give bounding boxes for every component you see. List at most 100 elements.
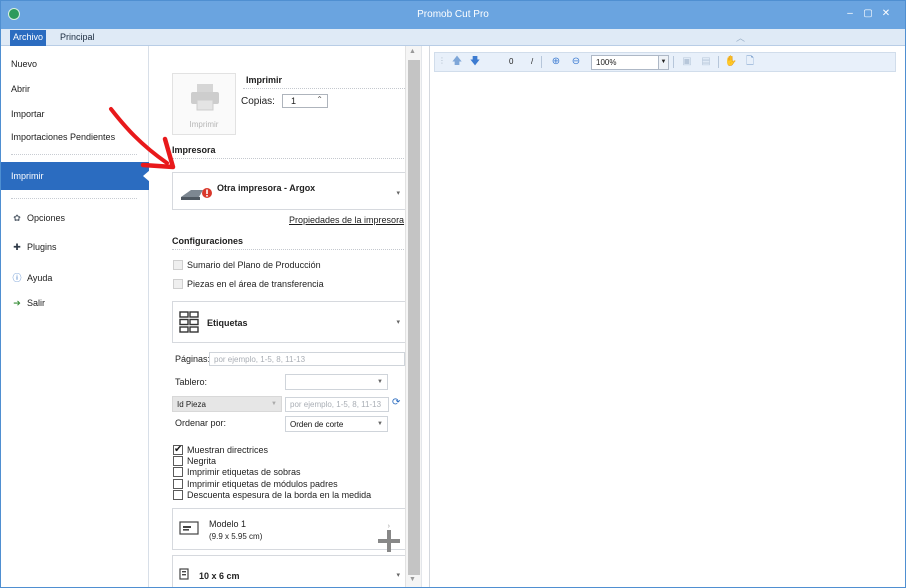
model-size: (9.9 x 5.95 cm) xyxy=(209,532,263,541)
fit-width-icon[interactable]: ▤ xyxy=(698,55,714,69)
checkbox-edge-thickness[interactable] xyxy=(173,490,183,500)
maximize-button[interactable]: ▢ xyxy=(861,7,875,21)
nav-item-importaciones-pendientes[interactable]: Importaciones Pendientes xyxy=(11,132,115,142)
annotation-arrow-icon xyxy=(109,107,176,170)
printer-properties-link[interactable]: Propiedades de la impresora xyxy=(289,215,404,225)
config-section-title: Configuraciones xyxy=(172,236,244,246)
printer-icon xyxy=(191,84,219,111)
help-icon: ⓘ xyxy=(12,273,22,283)
printer-name: Otra impresora - Argox xyxy=(217,183,316,193)
refresh-icon[interactable]: ⟳ xyxy=(392,397,400,408)
divider xyxy=(243,88,405,89)
nav-item-plugins-label: Plugins xyxy=(27,242,57,252)
zoom-select[interactable]: 100% ▼ xyxy=(591,55,669,70)
toolbar-grip[interactable]: ⋮ xyxy=(438,56,446,65)
page-setup-icon[interactable]: 🗋 xyxy=(742,55,758,69)
flag-parent-module-labels-label: Imprimir etiquetas de módulos padres xyxy=(187,479,338,489)
print-button-label: Imprimir xyxy=(189,120,219,129)
scrollbar-thumb[interactable] xyxy=(408,60,420,575)
chevron-down-icon: ▾ xyxy=(396,319,400,326)
paper-size-value: 10 x 6 cm xyxy=(199,571,240,581)
model-options-icon[interactable]: › xyxy=(388,523,390,530)
toolbar-separator xyxy=(718,56,719,68)
close-button[interactable]: ✕ xyxy=(879,7,893,21)
tablero-select[interactable]: ▼ xyxy=(285,374,388,390)
arrow-up-icon[interactable]: 🡅 xyxy=(449,55,465,69)
nav-item-opciones-label: Opciones xyxy=(27,213,66,223)
print-settings-panel: Imprimir Imprimir Copias: 1 ⌃ Impresora … xyxy=(149,46,421,587)
id-field-value: Id Pieza xyxy=(177,400,206,409)
paper-size-dropdown[interactable]: 10 x 6 cm ▾ xyxy=(172,555,407,587)
nav-item-opciones[interactable]: ✿ Opciones xyxy=(11,213,65,224)
chevron-down-icon: ▼ xyxy=(377,379,383,385)
nav-item-ayuda[interactable]: ⓘ Ayuda xyxy=(11,271,52,284)
checkbox-leftover-labels[interactable] xyxy=(173,467,183,477)
nav-item-nuevo[interactable]: Nuevo xyxy=(11,59,37,69)
ribbon-tab-bar: Archivo Principal ︿ xyxy=(1,29,905,46)
window-title: Promob Cut Pro xyxy=(417,9,489,20)
gear-icon: ✿ xyxy=(13,213,21,223)
order-label: Ordenar por: xyxy=(175,418,227,428)
nav-item-importar[interactable]: Importar xyxy=(11,109,45,119)
page-separator: / xyxy=(531,57,534,66)
copies-label: Copias: xyxy=(241,96,275,107)
tab-principal[interactable]: Principal xyxy=(57,30,98,46)
print-title: Imprimir xyxy=(246,75,283,85)
minimize-button[interactable]: – xyxy=(843,7,857,21)
labels-layout-icon xyxy=(179,311,199,333)
settings-scrollbar[interactable]: ▲ ▼ xyxy=(405,46,421,587)
id-filter-input[interactable]: por ejemplo, 1-5, 8, 11-13 xyxy=(285,397,389,412)
checkbox-bold[interactable] xyxy=(173,456,183,466)
chevron-down-icon: ▼ xyxy=(271,401,277,407)
option-production-summary-label: Sumario del Plano de Producción xyxy=(187,260,321,270)
order-value: Orden de corte xyxy=(290,420,344,429)
checkbox-parent-module-labels[interactable] xyxy=(173,479,183,489)
spin-arrows-icon[interactable]: ⌃ xyxy=(316,95,323,104)
printer-dropdown[interactable]: Otra impresora - Argox ▾ xyxy=(172,172,407,210)
model-name: Modelo 1 xyxy=(209,519,247,529)
id-field-select[interactable]: Id Pieza ▼ xyxy=(172,396,282,412)
add-model-button[interactable] xyxy=(378,530,400,552)
nav-item-salir[interactable]: ➔ Salir xyxy=(11,298,45,309)
title-bar: Promob Cut Pro – ▢ ✕ xyxy=(1,1,905,29)
preview-toolbar: ⋮ 🡅 🡇 0 / ⊕ ⊖ 100% ▼ ▣ ▤ ✋ 🗋 xyxy=(434,52,896,72)
fit-page-icon[interactable]: ▣ xyxy=(679,55,695,69)
scroll-down-icon[interactable]: ▼ xyxy=(409,576,416,583)
label-model-dropdown[interactable]: Modelo 1 (9.9 x 5.95 cm) › xyxy=(172,508,407,550)
print-preview-area: ⋮ 🡅 🡇 0 / ⊕ ⊖ 100% ▼ ▣ ▤ ✋ 🗋 xyxy=(429,46,905,587)
layout-type-dropdown[interactable]: Etiquetas ▾ xyxy=(172,301,407,343)
label-model-icon xyxy=(179,521,199,535)
page-number[interactable]: 0 xyxy=(509,57,513,66)
zoom-out-icon[interactable]: ⊖ xyxy=(568,55,584,69)
tab-archivo[interactable]: Archivo xyxy=(10,30,47,46)
pan-hand-icon[interactable]: ✋ xyxy=(723,55,739,69)
puzzle-icon: ✚ xyxy=(13,242,21,252)
option-transfer-pieces-label: Piezas en el área de transferencia xyxy=(187,279,324,289)
splitter[interactable] xyxy=(421,46,429,587)
nav-item-plugins[interactable]: ✚ Plugins xyxy=(11,242,57,253)
toolbar-separator xyxy=(541,56,542,68)
copies-stepper[interactable]: 1 ⌃ xyxy=(282,94,328,108)
printer-warning-icon xyxy=(181,188,212,200)
checkbox-show-guides[interactable] xyxy=(173,444,183,455)
arrow-down-icon[interactable]: 🡇 xyxy=(467,55,483,69)
scroll-up-icon[interactable]: ▲ xyxy=(409,48,416,55)
paper-size-icon xyxy=(179,568,189,580)
divider xyxy=(172,158,406,159)
tablero-label: Tablero: xyxy=(175,377,208,387)
flag-leftover-labels-label: Imprimir etiquetas de sobras xyxy=(187,467,301,477)
nav-item-salir-label: Salir xyxy=(27,298,46,308)
chevron-up-icon[interactable]: ︿ xyxy=(736,31,745,44)
flag-edge-thickness-label: Descuenta espesura de la borda en la med… xyxy=(187,490,372,500)
copies-value: 1 xyxy=(291,96,297,106)
nav-item-ayuda-label: Ayuda xyxy=(27,273,53,283)
checkbox-production-summary[interactable] xyxy=(173,260,183,270)
print-button[interactable]: Imprimir xyxy=(172,73,236,135)
checkbox-transfer-pieces[interactable] xyxy=(173,279,183,289)
chevron-down-icon: ▼ xyxy=(658,56,668,69)
pages-input[interactable]: por ejemplo, 1-5, 8, 11-13 xyxy=(209,352,405,366)
zoom-in-icon[interactable]: ⊕ xyxy=(548,55,564,69)
nav-item-abrir[interactable]: Abrir xyxy=(11,84,30,94)
order-select[interactable]: Orden de corte ▼ xyxy=(285,416,388,432)
nav-divider xyxy=(11,198,137,199)
